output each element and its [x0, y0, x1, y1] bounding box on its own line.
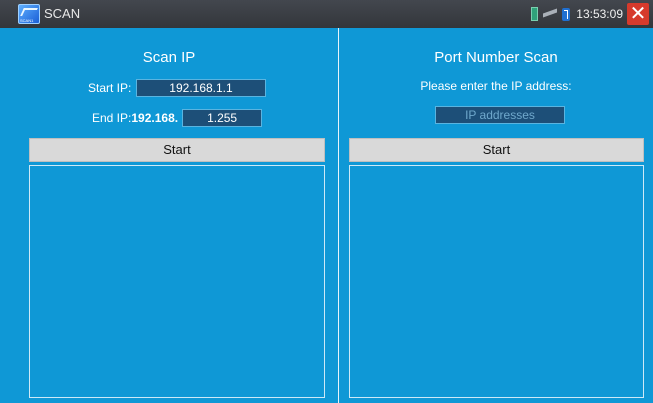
scan-app-icon: SCAN1: [18, 4, 40, 24]
port-scan-results: [349, 165, 644, 398]
start-ip-field[interactable]: 192.168.1.1: [136, 79, 266, 97]
scan-ip-heading: Scan IP: [142, 49, 196, 66]
scan-ip-start-button[interactable]: Start: [29, 138, 325, 162]
end-ip-label: End IP:: [92, 111, 132, 125]
port-scan-start-button[interactable]: Start: [349, 138, 644, 162]
port-scan-prompt: Please enter the IP address:: [420, 79, 572, 93]
scan-ip-panel: Scan IP Start IP: 192.168.1.1 End IP: 19…: [0, 28, 338, 403]
port-scan-heading: Port Number Scan: [434, 49, 558, 66]
start-ip-label: Start IP:: [88, 81, 132, 95]
bluetooth-icon: [562, 7, 571, 21]
clock: 13:53:09: [576, 7, 623, 21]
app-title: SCAN: [44, 6, 81, 21]
end-ip-prefix: 192.168.: [131, 111, 179, 125]
title-bar: SCAN1 SCAN 13:53:09 ✕: [0, 0, 653, 28]
start-ip-row: Start IP: 192.168.1.1: [88, 79, 266, 97]
scan-ip-results: [29, 165, 325, 398]
close-icon[interactable]: ✕: [627, 3, 649, 25]
end-ip-row: End IP: 192.168. 1.255: [92, 109, 263, 127]
network-icon: [543, 10, 557, 19]
end-ip-field[interactable]: 1.255: [182, 109, 263, 127]
battery-icon: [531, 7, 539, 21]
status-area: 13:53:09: [531, 0, 623, 28]
port-scan-ip-field[interactable]: IP addresses: [435, 106, 565, 124]
port-scan-panel: Port Number Scan Please enter the IP add…: [339, 28, 653, 403]
